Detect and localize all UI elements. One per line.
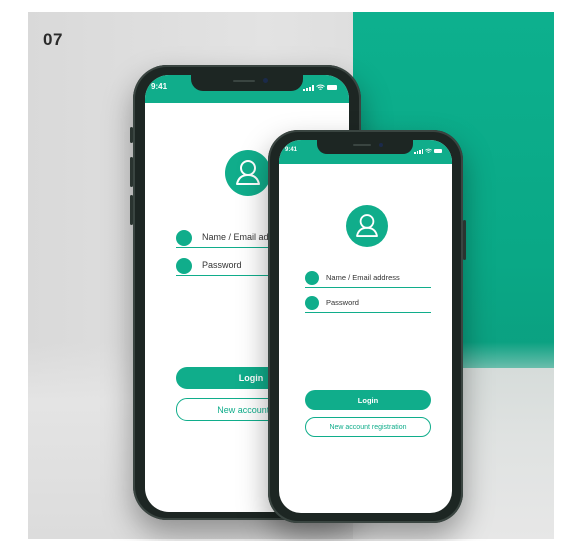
login-button[interactable]: Login — [305, 390, 431, 410]
battery-icon — [434, 149, 442, 153]
front-phone: 9:41 Name / Email address Password Login… — [268, 130, 466, 523]
status-icons — [303, 84, 337, 91]
notch — [191, 75, 303, 91]
user-avatar — [225, 150, 271, 196]
user-icon — [236, 160, 260, 185]
status-time: 9:41 — [151, 82, 168, 91]
speaker-grille — [353, 144, 371, 146]
name-email-field[interactable]: Name / Email address — [305, 271, 431, 288]
field-bullet-icon — [305, 271, 319, 285]
field-label: Name / Email ad — [202, 232, 269, 242]
front-phone-screen: 9:41 Name / Email address Password Login… — [279, 140, 452, 513]
user-icon — [356, 214, 378, 237]
field-bullet-icon — [176, 258, 192, 274]
power-button — [463, 220, 466, 260]
wifi-icon — [425, 148, 432, 153]
user-avatar — [346, 205, 388, 247]
page-number: 07 — [43, 30, 63, 49]
password-field[interactable]: Password — [305, 296, 431, 313]
speaker-grille — [233, 80, 255, 82]
field-label: Name / Email address — [326, 273, 400, 282]
signal-icon — [303, 84, 314, 91]
volume-down-button — [130, 195, 133, 225]
status-icons — [414, 148, 442, 154]
field-bullet-icon — [305, 296, 319, 310]
wifi-icon — [316, 84, 325, 90]
status-time: 9:41 — [285, 147, 298, 153]
field-label: Password — [202, 260, 242, 270]
notch — [317, 140, 413, 154]
front-camera — [379, 143, 383, 147]
volume-up-button — [130, 157, 133, 187]
field-bullet-icon — [176, 230, 192, 246]
mute-switch — [130, 127, 133, 143]
front-camera — [263, 78, 268, 83]
new-account-registration-button[interactable]: New account registration — [305, 417, 431, 437]
signal-icon — [414, 148, 423, 154]
battery-icon — [327, 85, 337, 90]
field-label: Password — [326, 298, 359, 307]
